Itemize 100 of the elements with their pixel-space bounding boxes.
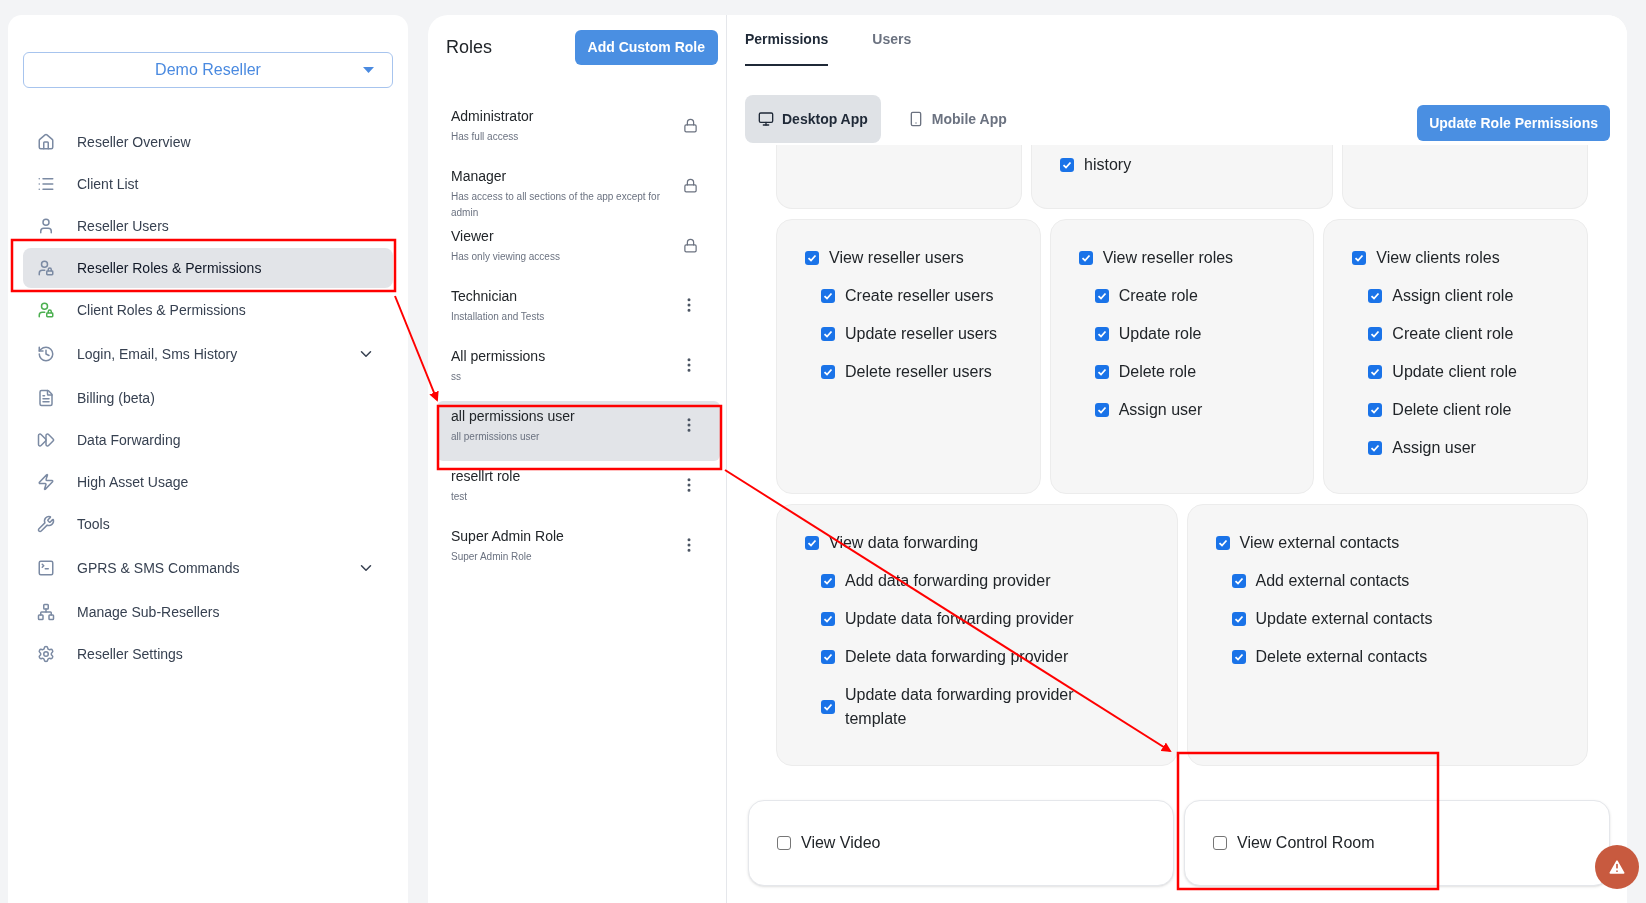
permission-label: Delete role	[1118, 362, 1197, 382]
role-item[interactable]: All permissions ss	[437, 341, 720, 401]
role-item[interactable]: resellrt role test	[437, 461, 720, 521]
role-description: Has only viewing access	[451, 250, 561, 264]
sidebar-label: High Asset Usage	[77, 472, 190, 492]
checkmark-icon	[823, 702, 833, 712]
checkbox[interactable]	[1215, 536, 1230, 550]
checkmark-icon	[807, 253, 817, 263]
sidebar-item[interactable]: Client Roles & Permissions	[23, 290, 393, 330]
checkbox[interactable]	[1094, 365, 1109, 379]
tools-icon	[37, 515, 55, 533]
checkbox[interactable]	[821, 650, 835, 664]
role-item[interactable]: all permissions user all permissions user	[437, 401, 720, 461]
role-description: Has full access	[451, 130, 520, 144]
checkbox[interactable]	[1213, 836, 1227, 850]
checkbox[interactable]	[1368, 327, 1383, 341]
role-item[interactable]: Viewer Has only viewing access	[437, 221, 720, 281]
sidebar-item[interactable]: High Asset Usage	[23, 462, 393, 502]
sidebar-item[interactable]: Reseller Overview	[23, 122, 393, 162]
permission-label: Add external contacts	[1255, 571, 1410, 591]
permission-label: Update reseller users	[845, 324, 998, 344]
checkbox[interactable]	[1368, 403, 1383, 417]
sidebar-item[interactable]: Client List	[23, 164, 393, 204]
checkmark-icon	[1370, 367, 1381, 377]
role-description: Has access to all sections of the app except for admin	[451, 190, 661, 220]
checkbox[interactable]	[777, 836, 791, 850]
checkbox[interactable]	[821, 289, 835, 303]
checkbox[interactable]	[1094, 403, 1109, 417]
sidebar-item[interactable]: Reseller Roles & Permissions	[23, 248, 393, 288]
role-item[interactable]: Administrator Has full access	[437, 101, 720, 161]
sidebar-label: Manage Sub-Resellers	[77, 602, 221, 622]
checkbox[interactable]	[1368, 289, 1383, 303]
sidebar-item[interactable]: Reseller Users	[23, 206, 393, 246]
checkmark-icon	[1062, 160, 1072, 170]
checkbox[interactable]	[1368, 365, 1383, 379]
checkbox[interactable]	[1094, 289, 1109, 303]
checkbox[interactable]	[1368, 441, 1383, 455]
sidebar-label: Login, Email, Sms History	[77, 344, 239, 364]
tab[interactable]: Users	[872, 29, 912, 66]
checkbox[interactable]	[821, 327, 835, 341]
permission-label: View external contacts	[1239, 533, 1400, 553]
tab[interactable]: Permissions	[745, 29, 829, 66]
checkmark-icon	[1096, 367, 1107, 377]
checkmark-icon	[823, 367, 833, 377]
checkbox[interactable]	[1231, 574, 1246, 588]
role-name: Super Admin Role	[451, 527, 565, 546]
user-icon	[37, 217, 55, 235]
checkbox[interactable]	[1352, 251, 1367, 265]
caret-icon	[363, 67, 374, 73]
permission-label: history	[1084, 155, 1132, 175]
sidebar-item[interactable]: Tools	[23, 504, 393, 544]
permission-label: View reseller roles	[1102, 248, 1234, 268]
permission-label: View clients roles	[1376, 248, 1500, 268]
sidebar-label: Client List	[77, 174, 140, 194]
role-item[interactable]: Super Admin Role Super Admin Role	[437, 521, 720, 581]
checkbox[interactable]	[1060, 158, 1074, 172]
checkbox[interactable]	[1231, 650, 1246, 664]
sidebar-label: Tools	[77, 514, 111, 534]
role-item[interactable]: Manager Has access to all sections of the app except for admin	[437, 161, 720, 221]
permission-label: Create client role	[1392, 324, 1514, 344]
permission-label: Assign client role	[1392, 286, 1514, 306]
checkmark-icon	[1096, 329, 1107, 339]
checkmark-icon	[1233, 652, 1244, 662]
role-description: all permissions user	[451, 430, 541, 444]
permission-label: Assign user	[1118, 400, 1203, 420]
app-tab[interactable]: Mobile App	[894, 95, 1020, 143]
checkmark-icon	[1233, 576, 1244, 586]
sidebar-item[interactable]: Data Forwarding	[23, 420, 393, 460]
checkbox[interactable]	[1078, 251, 1093, 265]
warning-button[interactable]	[1595, 845, 1639, 889]
terminal-icon	[37, 559, 55, 577]
checkbox[interactable]	[1094, 327, 1109, 341]
checkmark-icon	[1233, 614, 1244, 624]
checkbox[interactable]	[821, 612, 835, 626]
sidebar-item[interactable]: Reseller Settings	[23, 634, 393, 674]
permission-label: View Video	[801, 833, 881, 853]
sidebar-item[interactable]: Login, Email, Sms History	[23, 332, 393, 376]
permission-label: Delete client role	[1392, 400, 1512, 420]
role-description: test	[451, 490, 469, 504]
checkbox[interactable]	[1231, 612, 1246, 626]
checkbox[interactable]	[805, 251, 819, 265]
checkbox[interactable]	[821, 700, 835, 714]
sidebar-item[interactable]: Billing (beta)	[23, 378, 393, 418]
app-tab[interactable]: Desktop App	[745, 95, 881, 143]
sidebar-item[interactable]: GPRS & SMS Commands	[23, 546, 393, 590]
permission-label: Assign user	[1392, 438, 1476, 458]
role-description: Super Admin Role	[451, 550, 533, 564]
warning-icon	[1607, 857, 1627, 877]
permission-label: Create reseller users	[845, 286, 994, 306]
network-icon	[37, 603, 55, 621]
permission-label: Create role	[1118, 286, 1198, 306]
checkbox[interactable]	[821, 365, 835, 379]
role-name: Manager	[451, 167, 508, 186]
checkmark-icon	[823, 652, 833, 662]
sidebar-item[interactable]: Manage Sub-Resellers	[23, 592, 393, 632]
account-select[interactable]: Demo Reseller	[23, 52, 393, 88]
role-name: Administrator	[451, 107, 535, 126]
checkbox[interactable]	[805, 536, 819, 550]
checkbox[interactable]	[821, 574, 835, 588]
role-item[interactable]: Technician Installation and Tests	[437, 281, 720, 341]
